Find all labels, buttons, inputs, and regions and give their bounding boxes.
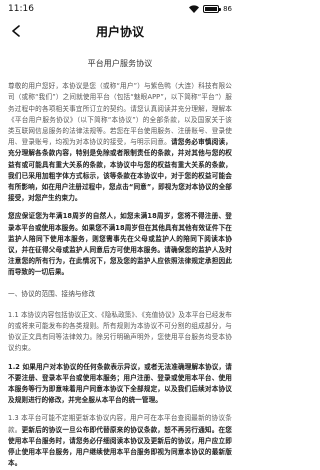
battery-level: 86 — [223, 5, 232, 13]
battery-icon — [203, 5, 222, 13]
clause-1-3: 1.3 本平台可能不定期更新本协议内容，用户可在本平台查阅最新的协议条款。更新后… — [8, 413, 232, 469]
status-bar: 11:16 86 — [0, 0, 240, 18]
intro-text: 尊敬的用户您好，本协议是您（或称“用户”）与紫色鸭（大连）科技有限公司（或称“我… — [8, 82, 232, 147]
document-title: 平台用户服务协议 — [87, 59, 153, 68]
clause-1-3-bold-text: 更新后的协议一旦公布即代替原来的协议条款，恕不再另行通知。在您使用本平台服务时，… — [8, 425, 232, 468]
minor-notice-paragraph: 您应保证您为年满18周岁的自然人，如您未满18周岁，您将不得注册、登录本平台或使… — [8, 212, 232, 277]
agreement-content[interactable]: 平台用户服务协议 尊敬的用户您好，本协议是您（或称“用户”）与紫色鸭（大连）科技… — [0, 44, 240, 470]
chevron-left-icon — [12, 25, 20, 37]
status-icons: 86 — [189, 5, 232, 13]
intro-paragraph: 尊敬的用户您好，本协议是您（或称“用户”）与紫色鸭（大连）科技有限公司（或称“我… — [8, 81, 232, 204]
intro-bold-text: 请您务必审慎阅读，充分理解各条款内容，特别是免除或者限制责任的条款，并对其他与您… — [8, 138, 233, 203]
wifi-icon — [189, 5, 200, 13]
page-title: 用户协议 — [95, 24, 144, 39]
status-time: 11:16 — [8, 4, 34, 14]
section-heading: 一、协议的范围、接纳与修改 — [8, 289, 96, 298]
nav-bar: 用户协议 — [0, 18, 240, 44]
clause-1-1: 1.1 本协议内容包括协议正文、《隐私政策》、《充值协议》及本平台已经发布的或将… — [8, 310, 232, 353]
back-button[interactable] — [6, 21, 26, 41]
battery-fill — [205, 7, 218, 11]
